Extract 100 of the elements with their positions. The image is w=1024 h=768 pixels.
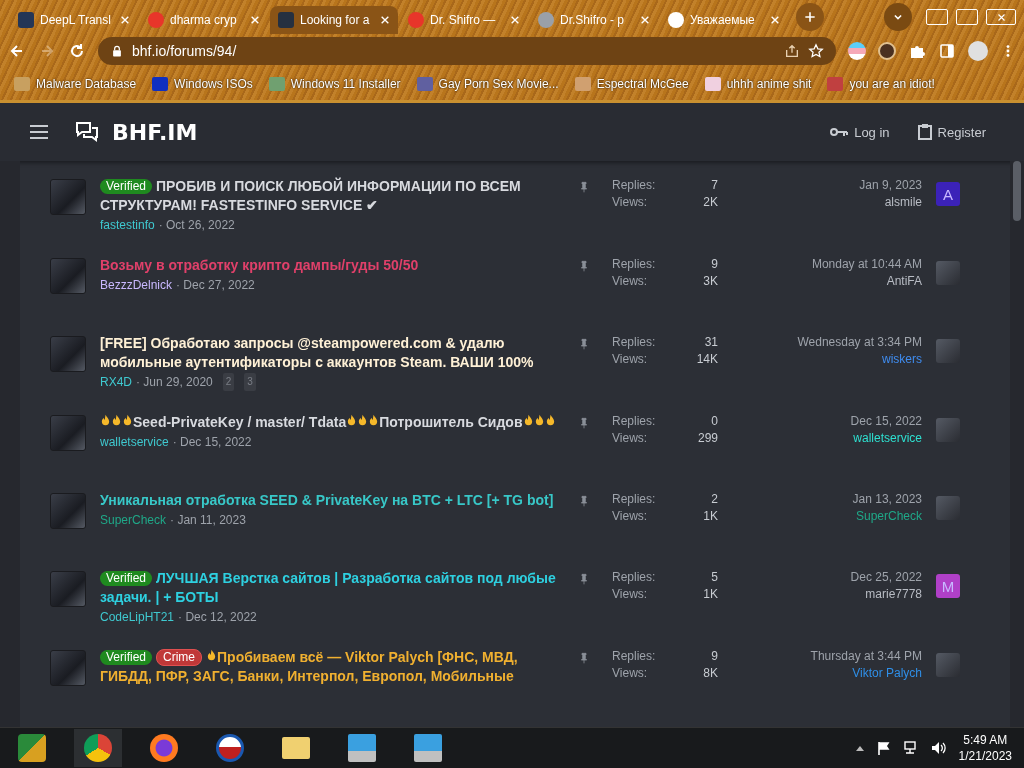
- plus-icon: [803, 10, 817, 24]
- author-link[interactable]: RX4D: [100, 373, 132, 391]
- site-logo[interactable]: BHF.IM: [112, 119, 198, 145]
- close-icon: [510, 15, 520, 25]
- views-label: Views:: [612, 273, 649, 290]
- prefix-label[interactable]: Crime: [156, 649, 203, 666]
- browser-tab[interactable]: Уважаемые: [660, 6, 788, 34]
- last-post-date[interactable]: Jan 13, 2023: [852, 491, 922, 508]
- minimize-button[interactable]: [926, 9, 948, 25]
- scrollbar[interactable]: [1010, 161, 1024, 727]
- bookmark-icon: [152, 77, 169, 91]
- bookmark[interactable]: uhhh anime shit: [704, 77, 812, 91]
- last-poster-link[interactable]: Viktor Palych: [852, 665, 922, 682]
- flag-icon[interactable]: [876, 741, 891, 755]
- computer-icon: [414, 734, 442, 762]
- url-text: bhf.io/forums/94/: [132, 43, 238, 59]
- author-link[interactable]: walletservice: [100, 433, 169, 451]
- bookmark[interactable]: you are an idiot!: [827, 77, 935, 91]
- replies-count: 9: [710, 256, 718, 273]
- new-tab-button[interactable]: [796, 3, 824, 31]
- last-poster-link[interactable]: SuperCheck: [855, 508, 922, 525]
- bookmark[interactable]: Espectral McGee: [574, 77, 689, 91]
- replies-count: 31: [703, 334, 718, 351]
- taskbar-clock[interactable]: 5:49 AM 1/21/2023: [958, 732, 1012, 764]
- reload-button[interactable]: [68, 42, 86, 60]
- last-poster-link[interactable]: alsmile: [884, 194, 922, 211]
- thread-title[interactable]: [FREE] Обработаю запросы @steampowered.com & удалю мобильные аутентификаторы с аккаунтов Steam. ВАШИ 100%: [100, 334, 564, 372]
- extension-icon[interactable]: [848, 42, 866, 60]
- network-icon[interactable]: [902, 741, 919, 755]
- browser-tab[interactable]: dharma cryp: [140, 6, 268, 34]
- reload-icon: [68, 42, 86, 60]
- speaker-icon[interactable]: [930, 741, 947, 755]
- thread-title[interactable]: Возьму в отработку крипто дампы/гуды 50/50: [100, 256, 564, 275]
- last-poster-link[interactable]: walletservice: [853, 430, 922, 447]
- views-count: 299: [697, 430, 718, 447]
- login-link[interactable]: Log in: [830, 124, 890, 140]
- square-icon: [18, 734, 46, 762]
- menu-button[interactable]: [30, 125, 48, 139]
- last-post-date[interactable]: Thursday at 3:44 PM: [810, 648, 922, 665]
- computer-icon: [348, 734, 376, 762]
- browser-tab[interactable]: Dr. Shifro —: [400, 6, 528, 34]
- thread-title[interactable]: Verified Crime Пробиваем всё — Viktor Palych [ФНС, МВД, ГИБДД, ПФР, ЗАГС, Банки, Интерпол, Европол, Мобильные: [100, 648, 564, 686]
- prefix-label[interactable]: Verified: [100, 179, 153, 194]
- favicon-icon: [18, 12, 34, 28]
- favicon-icon: [408, 12, 424, 28]
- last-post-date[interactable]: Monday at 10:44 AM: [811, 256, 922, 273]
- close-icon: [250, 15, 260, 25]
- last-post-date[interactable]: Wednesday at 3:34 PM: [797, 334, 922, 351]
- folder-icon: [282, 737, 310, 759]
- bookmark[interactable]: Malware Database: [14, 77, 137, 91]
- profile-icon[interactable]: [968, 41, 988, 61]
- tab-search-button[interactable]: [884, 3, 912, 31]
- register-link[interactable]: Register: [917, 124, 986, 140]
- views-count: 8K: [703, 665, 718, 682]
- close-window-button[interactable]: [986, 9, 1016, 25]
- last-post-date[interactable]: Jan 9, 2023: [859, 177, 922, 194]
- last-post-date[interactable]: Dec 15, 2022: [850, 413, 922, 430]
- last-poster-link[interactable]: marie7778: [865, 586, 922, 603]
- bookmark[interactable]: Windows 11 Installer: [268, 77, 401, 91]
- thread-title[interactable]: Уникальная отработка SEED & PrivateKey на BTC + LTC [+ TG bot]: [100, 491, 564, 510]
- caret-icon[interactable]: [854, 744, 865, 752]
- thread-title[interactable]: Verified ЛУЧШАЯ Верстка сайтов | Разработка сайтов под любые задачи. | + БОТЫ: [100, 569, 564, 607]
- author-link[interactable]: CodeLipHT21: [100, 608, 175, 626]
- pin-icon: [578, 493, 590, 509]
- thread-title[interactable]: Verified ПРОБИВ И ПОИСК ЛЮБОЙ ИНФОРМАЦИИ ПО ВСЕМ СТРУКТУРАМ! FASTESTINFO SERVICE ✔: [100, 177, 564, 215]
- browser-tab[interactable]: Looking for a: [270, 6, 398, 34]
- address-bar[interactable]: bhf.io/forums/94/: [98, 37, 836, 65]
- pin-icon: [578, 179, 590, 195]
- replies-label: Replies:: [612, 648, 657, 665]
- prefix-label[interactable]: Verified: [100, 571, 153, 586]
- bookmark-icon: [704, 77, 721, 91]
- last-poster-link[interactable]: AntiFA: [886, 273, 922, 290]
- thread-date: · Jun 29, 2020: [136, 374, 213, 391]
- prefix-label[interactable]: Verified: [100, 650, 153, 665]
- menu-icon: [30, 125, 48, 139]
- pin-icon: [578, 415, 590, 431]
- extension-icon[interactable]: [878, 42, 896, 60]
- author-link[interactable]: SuperCheck: [100, 511, 167, 529]
- views-count: 2K: [703, 194, 718, 211]
- side-panel-button[interactable]: [938, 42, 956, 60]
- circle-icon: [150, 734, 178, 762]
- replies-label: Replies:: [612, 177, 657, 194]
- bookmark-icon: [827, 77, 844, 91]
- bookmark[interactable]: Gay Porn Sex Movie...: [416, 77, 559, 91]
- taskbar-button[interactable]: [74, 729, 122, 767]
- bookmark-icon: [14, 77, 30, 91]
- browser-tab[interactable]: DeepL Transl: [10, 6, 138, 34]
- replies-label: Replies:: [612, 334, 657, 351]
- last-post-date[interactable]: Dec 25, 2022: [850, 569, 922, 586]
- views-label: Views:: [612, 351, 649, 368]
- close-icon: [380, 15, 390, 25]
- author-link[interactable]: BezzzDelnick: [100, 276, 173, 294]
- thread-title[interactable]: Seed-PrivateKey / master/ Tdata Потрошитель Сидов: [100, 413, 564, 432]
- letter-avatar[interactable]: A: [936, 182, 960, 206]
- replies-count: 2: [710, 491, 718, 508]
- bookmark[interactable]: Windows ISOs: [152, 77, 253, 91]
- restore-button[interactable]: [956, 9, 978, 25]
- last-poster-link[interactable]: wiskers: [882, 351, 922, 368]
- author-link[interactable]: fastestinfo: [100, 216, 155, 234]
- browser-tab[interactable]: Dr.Shifro - p: [530, 6, 658, 34]
